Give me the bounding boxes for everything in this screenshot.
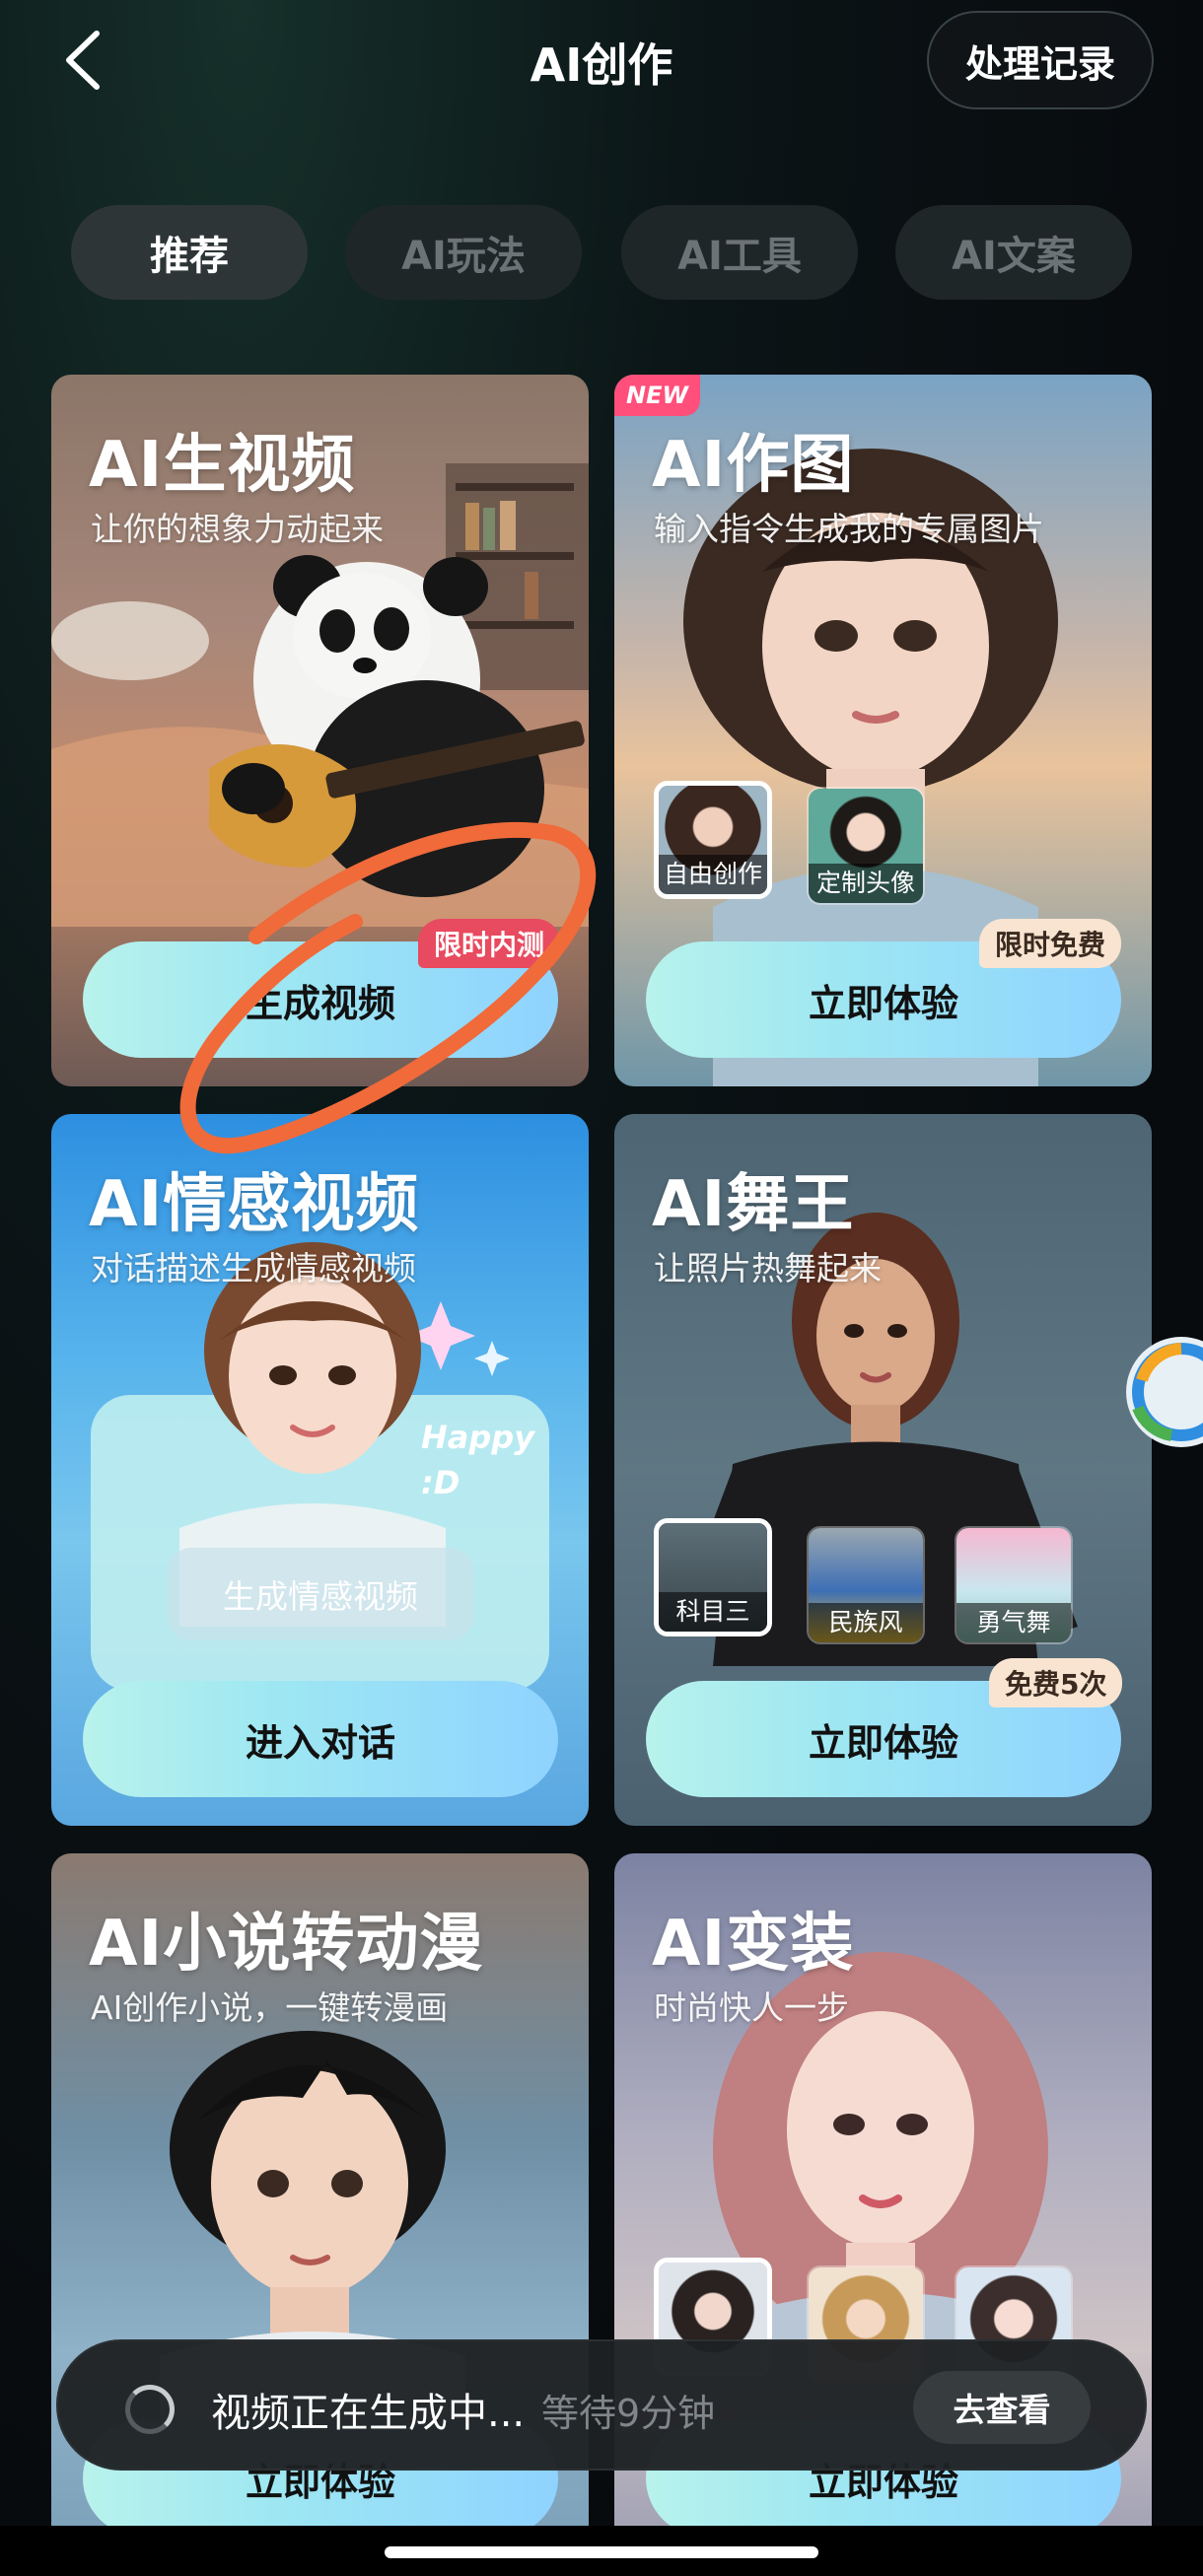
limited-free-badge: 限时免费: [979, 919, 1122, 968]
toast-wait-time: 等待9分钟: [541, 2392, 716, 2435]
card-subtitle: 时尚快人一步: [654, 1988, 849, 2027]
option-label: 定制头像: [809, 864, 923, 903]
card-subtitle: 让照片热舞起来: [654, 1249, 882, 1288]
tab-recommend[interactable]: 推荐: [71, 205, 308, 300]
home-indicator[interactable]: [385, 2546, 818, 2558]
tab-ai-tools[interactable]: AI工具: [621, 205, 858, 300]
card-title: AI变装: [652, 1908, 855, 1981]
floating-assistant-icon[interactable]: [1112, 1331, 1203, 1454]
option-free-create[interactable]: 自由创作: [654, 781, 772, 899]
card-subtitle: 输入指令生成我的专属图片: [654, 510, 1044, 548]
option-label: 自由创作: [659, 855, 767, 894]
card-title: AI作图: [652, 429, 855, 502]
history-button[interactable]: 处理记录: [927, 11, 1154, 109]
card-ai-dance[interactable]: AI舞王 让照片热舞起来 科目三 民族风 勇气舞 立即体验 免费5次: [614, 1114, 1152, 1826]
new-badge: NEW: [614, 375, 700, 416]
card-subtitle: 让你的想象力动起来: [91, 510, 384, 548]
enter-dialog-button[interactable]: 进入对话: [83, 1681, 558, 1797]
tab-ai-play[interactable]: AI玩法: [345, 205, 582, 300]
option-label: 民族风: [809, 1603, 923, 1642]
header: AI创作 处理记录: [0, 0, 1203, 123]
card-ai-draw[interactable]: NEW AI作图 输入指令生成我的专属图片 自由创作 定制头像 立即体验 限时免…: [614, 375, 1152, 1086]
card-title: AI舞王: [652, 1168, 855, 1241]
option-custom-avatar[interactable]: 定制头像: [807, 787, 925, 905]
loading-spinner-icon: [125, 2385, 175, 2434]
happy-text: Happy :D: [421, 1419, 535, 1501]
option-courage-dance[interactable]: 勇气舞: [955, 1526, 1073, 1644]
bubble-label: 生成情感视频: [223, 1577, 418, 1616]
generation-status-toast: 视频正在生成中... 等待9分钟 去查看: [56, 2339, 1147, 2471]
card-subtitle: 对话描述生成情感视频: [91, 1249, 416, 1288]
option-label: 科目三: [659, 1592, 767, 1632]
option-label: 勇气舞: [956, 1603, 1071, 1642]
card-ai-video[interactable]: AI生视频 让你的想象力动起来 生成视频 限时内测: [51, 375, 589, 1086]
free-five-times-badge: 免费5次: [989, 1658, 1123, 1707]
card-title: AI小说转动漫: [89, 1908, 484, 1981]
limited-beta-badge: 限时内测: [418, 919, 561, 968]
tab-ai-copy[interactable]: AI文案: [895, 205, 1132, 300]
card-subtitle: AI创作小说，一键转漫画: [91, 1988, 449, 2027]
card-title: AI情感视频: [89, 1168, 420, 1241]
toast-message: 视频正在生成中...: [211, 2391, 526, 2436]
go-view-button[interactable]: 去查看: [913, 2371, 1091, 2444]
card-ai-emotion-video[interactable]: AI情感视频 对话描述生成情感视频 Happy :D 生成情感视频 进入对话: [51, 1114, 589, 1826]
card-title: AI生视频: [89, 429, 356, 502]
generate-emotion-bubble: 生成情感视频: [168, 1548, 473, 1640]
option-folk-style[interactable]: 民族风: [807, 1526, 925, 1644]
option-kemusan[interactable]: 科目三: [654, 1518, 772, 1636]
